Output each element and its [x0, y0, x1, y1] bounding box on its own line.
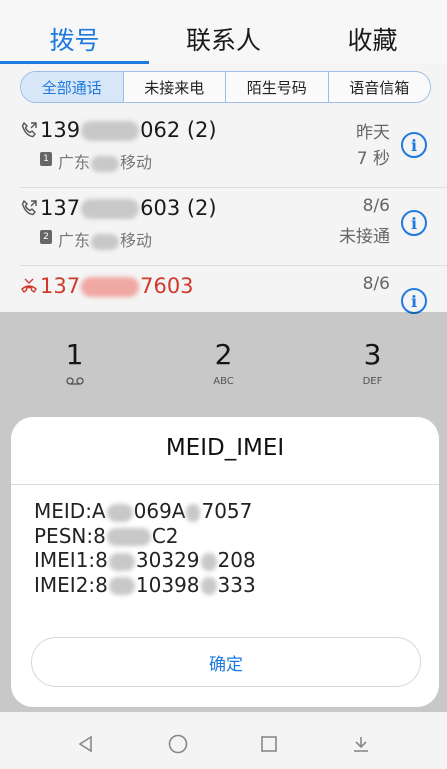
filter-bar: 全部通话 未接来电 陌生号码 语音信箱: [0, 64, 447, 110]
redacted-text: [106, 503, 133, 522]
top-tabs: 拨号 联系人 收藏: [0, 14, 447, 64]
redacted-digits: [81, 199, 140, 219]
redacted-text: [108, 577, 135, 595]
sim-card-icon: 1: [40, 152, 52, 166]
call-log-item[interactable]: 137 603 (2) 2 广东 移动 8/6 未接通 i: [20, 188, 447, 266]
imei1-line: IMEI1:8 30329 208: [34, 548, 256, 572]
tab-dial[interactable]: 拨号: [0, 14, 149, 64]
back-icon[interactable]: [66, 724, 106, 764]
device-id-list: MEID:A 069A 7057 PESN:8 C2 IMEI1:8 30329 208 …: [34, 499, 256, 597]
recents-icon[interactable]: [249, 724, 289, 764]
redacted-text: [108, 552, 135, 571]
dialog-title: MEID_IMEI: [165, 435, 285, 461]
redacted-text: [200, 552, 217, 571]
call-number: 139 062 (2): [40, 118, 217, 142]
outgoing-call-icon: [21, 199, 37, 216]
redacted-text: [91, 155, 120, 172]
imei2-line: IMEI2:8 10398 333: [34, 572, 256, 597]
redacted-text: [106, 528, 151, 546]
filter-unknown-numbers[interactable]: 陌生号码: [225, 72, 328, 102]
call-info-icon[interactable]: i: [401, 288, 427, 314]
pesn-line: PESN:8 C2: [34, 523, 179, 548]
call-info-icon[interactable]: i: [401, 210, 427, 236]
call-duration: 未接通: [339, 227, 390, 247]
call-filter-segmented: 全部通话 未接来电 陌生号码 语音信箱: [20, 71, 431, 103]
confirm-button[interactable]: 确定: [31, 637, 421, 687]
call-duration: 7 秒: [356, 149, 390, 169]
tab-contacts[interactable]: 联系人: [149, 14, 298, 64]
call-time: 8/6: [362, 274, 390, 294]
call-log-list: 139 062 (2) 1 广东 移动 昨天 7 秒 i 137 603 (2) 2 …: [0, 110, 447, 344]
call-number: 137 603 (2): [40, 196, 217, 220]
redacted-text: [186, 503, 201, 522]
call-info-icon[interactable]: i: [401, 132, 427, 158]
notification-icon[interactable]: [341, 724, 381, 764]
filter-voicemail[interactable]: 语音信箱: [327, 72, 430, 102]
divider: [11, 484, 439, 485]
tab-indicator: [0, 61, 149, 64]
status-bar: [0, 0, 447, 14]
call-location: 广东 移动: [58, 153, 153, 172]
redacted-digits: [81, 277, 140, 297]
filter-missed-calls[interactable]: 未接来电: [122, 72, 225, 102]
redacted-digits: [81, 121, 140, 141]
filter-all-calls[interactable]: 全部通话: [21, 72, 123, 102]
redacted-text: [200, 577, 217, 595]
tab-favorites[interactable]: 收藏: [298, 14, 447, 64]
home-icon[interactable]: [158, 724, 198, 764]
sim-card-icon: 2: [40, 230, 52, 244]
redacted-text: [91, 233, 120, 250]
meid-line: MEID:A 069A 7057: [34, 499, 253, 523]
outgoing-call-icon: [21, 121, 37, 138]
call-location: 广东 移动: [58, 231, 153, 250]
missed-call-icon: [21, 278, 37, 294]
call-number: 137 7603: [40, 274, 194, 298]
system-nav-bar: [0, 718, 447, 769]
call-time: 8/6: [362, 196, 390, 216]
call-log-item[interactable]: 139 062 (2) 1 广东 移动 昨天 7 秒 i: [20, 110, 447, 188]
call-time: 昨天: [356, 123, 390, 143]
meid-imei-dialog: MEID_IMEI MEID:A 069A 7057 PESN:8 C2 IMEI1:…: [11, 417, 439, 707]
